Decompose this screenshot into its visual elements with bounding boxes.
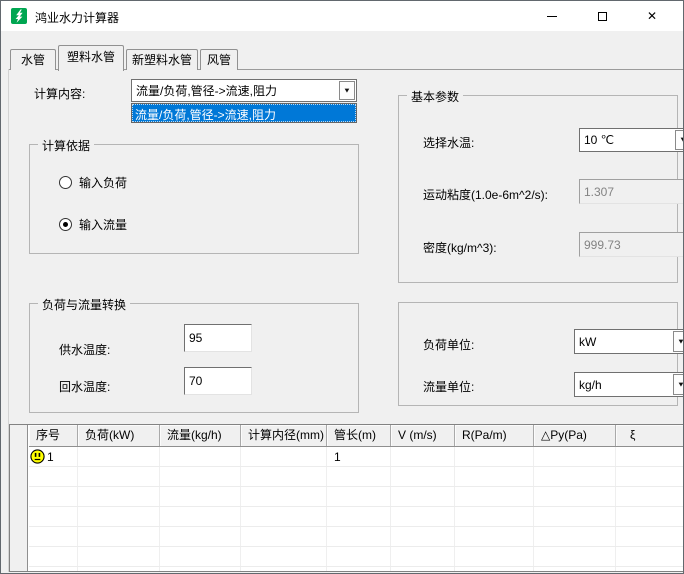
basic-params-title: 基本参数 [407,88,463,105]
load-unit-combobox[interactable]: kW ▼ [574,329,684,354]
table-row[interactable] [29,567,684,572]
radio-circle-icon [59,176,72,189]
flow-unit-value: kg/h [575,378,684,392]
close-icon: ✕ [647,10,657,22]
row-xi-cell[interactable] [616,447,684,466]
row-pipe-length-cell[interactable]: 1 [327,447,391,466]
minimize-button[interactable] [529,1,575,31]
table-indicator-column [10,425,28,571]
dropdown-option-selected[interactable]: 流量/负荷,管径->流速,阻力 [132,104,356,122]
table-row[interactable] [29,507,684,527]
calc-content-combobox[interactable]: 流量/负荷,管径->流速,阻力 ▼ [131,79,357,102]
row-load-cell[interactable] [78,447,160,466]
supply-temp-label: 供水温度: [59,341,110,358]
radio-input-load-label: 输入负荷 [79,174,127,191]
flow-unit-combobox[interactable]: kg/h ▼ [574,372,684,397]
viscosity-value: 1.307 [584,185,614,199]
row-velocity-cell[interactable] [391,447,455,466]
column-header-r[interactable]: R(Pa/m) [455,425,534,446]
calc-content-dropdown-button[interactable]: ▼ [339,81,355,100]
radio-input-flow[interactable]: 输入流量 [59,216,127,233]
table-row[interactable] [29,527,684,547]
viscosity-input: 1.307 [579,179,684,204]
tab-water-pipe[interactable]: 水管 [10,49,56,70]
load-unit-value: kW [575,335,684,349]
density-label: 密度(kg/m^3): [423,239,497,256]
column-header-serial[interactable]: 序号 [29,425,78,446]
radio-circle-selected-icon [59,218,72,231]
water-temp-dropdown-button[interactable]: ▼ [675,130,684,150]
radio-input-flow-label: 输入流量 [79,216,127,233]
column-header-delta-py[interactable]: △Py(Pa) [534,425,616,446]
return-temp-label: 回水温度: [59,378,110,395]
row-pipe-length-value: 1 [327,450,341,464]
column-header-xi[interactable]: ξ [616,425,684,446]
water-temp-combobox[interactable]: 10 ℃ ▼ [579,128,684,152]
column-header-velocity[interactable]: V (m/s) [391,425,455,446]
title-bar: 鸿业水力计算器 ✕ [1,1,683,31]
row-delta-py-cell[interactable] [534,447,616,466]
table-row-1[interactable]: 1 1 [29,447,684,467]
calc-basis-title: 计算依据 [38,137,94,154]
app-window: 鸿业水力计算器 ✕ 水管 塑料水管 新塑料水管 风管 计算内容: 流量/负荷,管… [0,0,684,574]
return-temp-value: 70 [189,374,202,388]
table-header-row: 序号 负荷(kW) 流量(kg/h) 计算内径(mm) 管长(m) V (m/s… [29,425,684,447]
maximize-button[interactable] [579,1,625,31]
table-row[interactable] [29,467,684,487]
load-unit-label: 负荷单位: [423,336,474,353]
density-input: 999.73 [579,232,684,257]
conversion-title: 负荷与流量转换 [38,296,130,313]
calc-content-value: 流量/负荷,管径->流速,阻力 [132,82,356,99]
app-logo-icon [11,8,27,24]
minimize-icon [547,16,557,17]
row-flow-cell[interactable] [160,447,241,466]
column-header-flow[interactable]: 流量(kg/h) [160,425,241,446]
water-temp-value: 10 ℃ [580,133,684,147]
maximize-icon [598,12,607,21]
chevron-down-icon: ▼ [677,381,684,388]
supply-temp-input[interactable]: 95 [184,324,252,352]
return-temp-input[interactable]: 70 [184,367,252,395]
calc-basis-groupbox: 计算依据 输入负荷 输入流量 [29,144,359,254]
row-serial-value: 1 [47,450,54,464]
tab-plastic-water-pipe[interactable]: 塑料水管 [58,45,124,71]
conversion-groupbox: 负荷与流量转换 供水温度: 95 回水温度: 70 [29,303,359,413]
calc-content-label: 计算内容: [34,85,85,102]
row-diameter-cell[interactable] [241,447,327,466]
load-unit-dropdown-button[interactable]: ▼ [673,331,684,352]
column-header-pipe-length[interactable]: 管长(m) [327,425,391,446]
chevron-down-icon: ▼ [343,87,351,94]
tab-new-plastic-water-pipe[interactable]: 新塑料水管 [126,49,198,70]
water-temp-label: 选择水温: [423,134,474,151]
viscosity-label: 运动粘度(1.0e-6m^2/s): [423,186,548,203]
chevron-down-icon: ▼ [679,137,684,144]
table-row[interactable] [29,487,684,507]
calc-content-dropdown-list: 流量/负荷,管径->流速,阻力 [131,103,357,123]
radio-input-load[interactable]: 输入负荷 [59,174,127,191]
results-table: 序号 负荷(kW) 流量(kg/h) 计算内径(mm) 管长(m) V (m/s… [9,424,684,572]
close-button[interactable]: ✕ [629,1,675,31]
chevron-down-icon: ▼ [677,338,684,345]
smiley-face-icon [30,449,45,464]
supply-temp-value: 95 [189,331,202,345]
column-header-load[interactable]: 负荷(kW) [78,425,160,446]
density-value: 999.73 [584,238,621,252]
table-empty-rows [29,467,684,572]
flow-unit-label: 流量单位: [423,378,474,395]
flow-unit-dropdown-button[interactable]: ▼ [673,374,684,395]
column-header-inner-diameter[interactable]: 计算内径(mm) [241,425,327,446]
tab-air-duct[interactable]: 风管 [200,49,238,70]
table-row[interactable] [29,547,684,567]
row-r-cell[interactable] [455,447,534,466]
window-title: 鸿业水力计算器 [35,9,119,26]
